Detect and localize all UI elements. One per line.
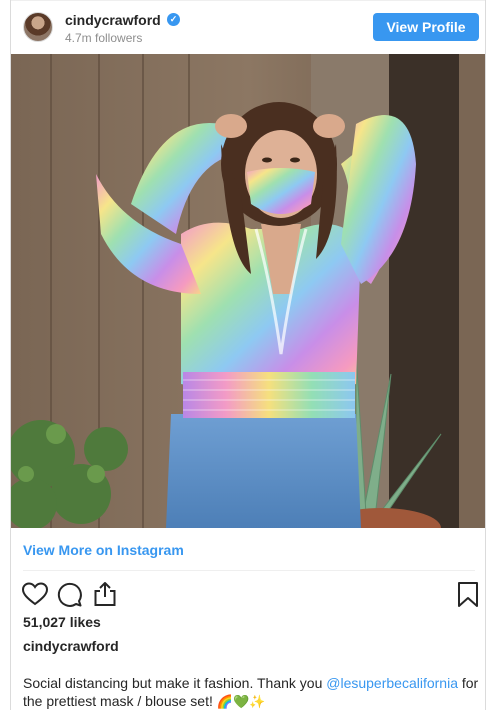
view-more-link[interactable]: View More on Instagram xyxy=(23,542,184,558)
caption-mention-link[interactable]: @lesuperbecalifornia xyxy=(326,675,458,691)
instagram-embed-card: cindycrawford ✓ 4.7m followers View Prof… xyxy=(10,0,486,710)
heart-icon[interactable] xyxy=(21,580,49,608)
top-border xyxy=(11,0,485,1)
post-owner-username[interactable]: cindycrawford xyxy=(23,638,119,654)
action-bar xyxy=(11,576,485,612)
username[interactable]: cindycrawford xyxy=(65,12,161,28)
bookmark-icon[interactable] xyxy=(454,580,482,608)
verified-badge-icon: ✓ xyxy=(167,13,180,26)
like-count[interactable]: 51,027 likes xyxy=(23,614,101,630)
caption-text: Social distancing but make it fashion. T… xyxy=(23,675,327,691)
follower-count: 4.7m followers xyxy=(65,31,143,45)
divider xyxy=(23,570,475,571)
avatar[interactable] xyxy=(23,12,53,42)
comment-bubble-icon[interactable] xyxy=(55,580,83,608)
post-image[interactable] xyxy=(11,54,485,528)
caption-emojis: 🌈💚✨ xyxy=(216,694,266,709)
post-caption: Social distancing but make it fashion. T… xyxy=(23,674,481,710)
view-profile-button[interactable]: View Profile xyxy=(373,13,479,41)
post-header: cindycrawford ✓ 4.7m followers View Prof… xyxy=(11,4,485,50)
share-upload-icon[interactable] xyxy=(91,580,119,608)
